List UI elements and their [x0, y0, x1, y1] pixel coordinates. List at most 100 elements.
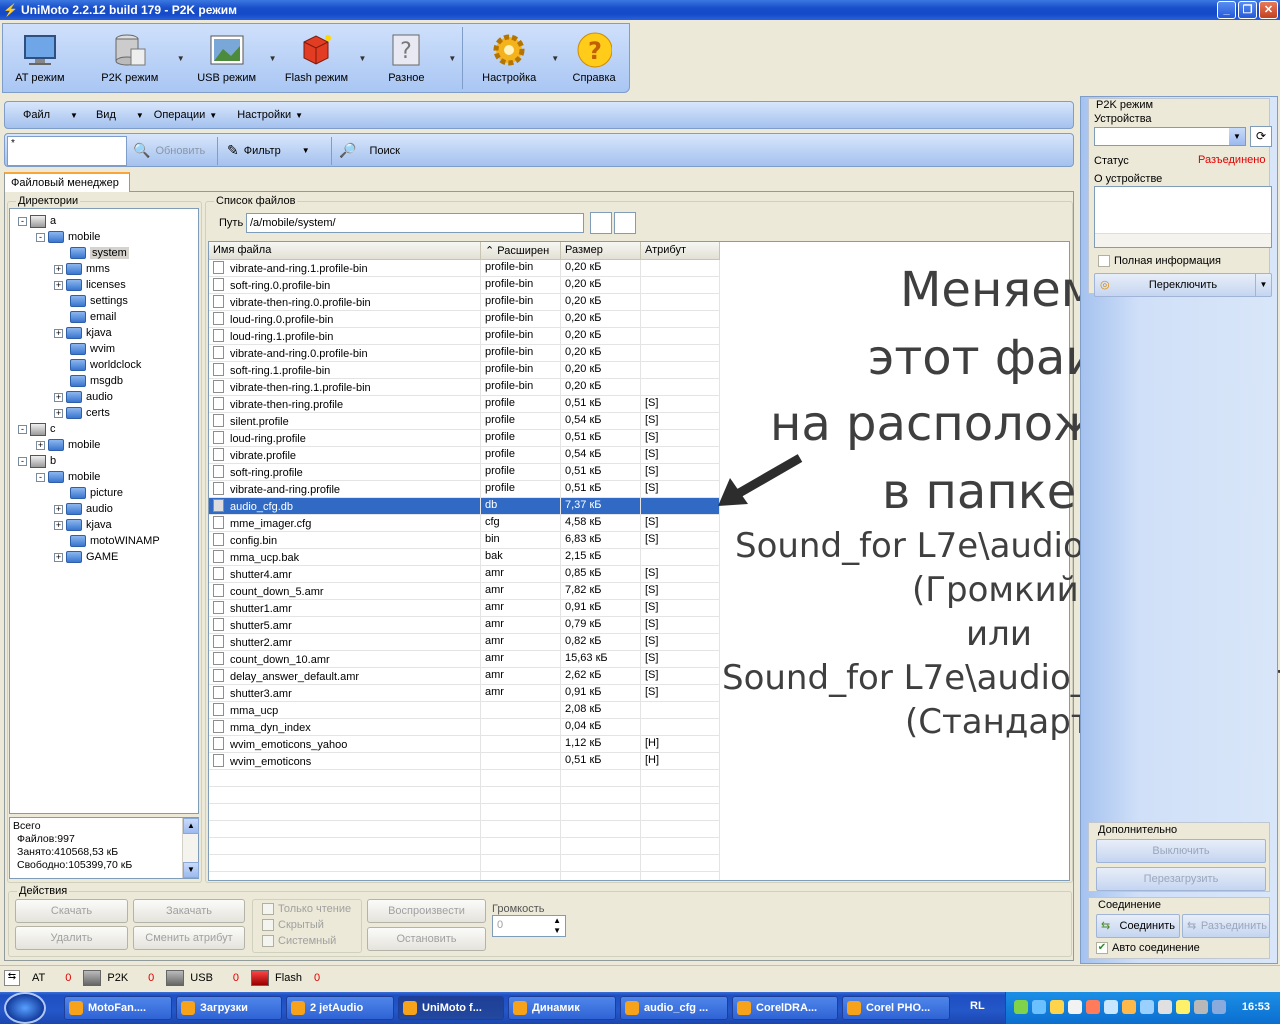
start-button[interactable]	[4, 992, 46, 1024]
collapse-icon[interactable]: -	[18, 216, 27, 226]
tree-node[interactable]: + kjava	[54, 517, 112, 533]
tree-node[interactable]: + GAME	[54, 549, 118, 565]
at-mode-button[interactable]: AT режим	[3, 24, 77, 92]
tray-icon[interactable]	[1158, 1000, 1172, 1014]
language-indicator[interactable]: RL	[970, 1000, 985, 1012]
tree-node[interactable]: - mobile	[36, 469, 100, 485]
tree-node[interactable]: -b	[18, 453, 56, 469]
tree-node[interactable]: msgdb	[70, 373, 123, 389]
path-input[interactable]: /a/mobile/system/	[246, 213, 584, 233]
tray-icon[interactable]	[1212, 1000, 1226, 1014]
table-row[interactable]: mma_ucp.bak bak 2,15 кБ	[209, 549, 720, 566]
tree-node[interactable]: worldclock	[70, 357, 141, 373]
minimize-button[interactable]: _	[1217, 1, 1236, 19]
table-row[interactable]: soft-ring.profile profile 0,51 кБ [S]	[209, 464, 720, 481]
col-size[interactable]: Размер	[561, 242, 641, 260]
mask-input[interactable]: *	[7, 136, 127, 166]
tree-node[interactable]: email	[70, 309, 116, 325]
table-row[interactable]: vibrate.profile profile 0,54 кБ [S]	[209, 447, 720, 464]
collapse-icon[interactable]: -	[36, 472, 45, 482]
help-button[interactable]: ? Справка	[559, 24, 629, 92]
directory-tree[interactable]: - a - mobile system + mms + licenses settings emai…	[9, 208, 199, 814]
tray-icon[interactable]	[1176, 1000, 1190, 1014]
tray-icon[interactable]	[1032, 1000, 1046, 1014]
table-row[interactable]: wvim_emoticons 0,51 кБ [H]	[209, 753, 720, 770]
taskbar-button[interactable]: 2 jetAudio	[286, 996, 394, 1020]
misc-button[interactable]: ? Разное ▼	[366, 24, 456, 92]
table-row[interactable]: shutter3.amr amr 0,91 кБ [S]	[209, 685, 720, 702]
expand-icon[interactable]: +	[54, 328, 63, 338]
expand-icon[interactable]: +	[54, 520, 63, 530]
col-attr[interactable]: Атрибут	[641, 242, 720, 260]
delete-button[interactable]: Удалить	[15, 926, 128, 950]
refresh-button[interactable]: 🔍 Обновить	[133, 142, 205, 159]
about-device-box[interactable]	[1094, 186, 1272, 248]
table-row[interactable]: loud-ring.1.profile-bin profile-bin 0,20 к…	[209, 328, 720, 345]
search-button[interactable]: 🔎 Поиск	[339, 142, 400, 159]
tree-node[interactable]: wvim	[70, 341, 115, 357]
table-row[interactable]: wvim_emoticons_yahoo 1,12 кБ [H]	[209, 736, 720, 753]
expand-icon[interactable]: +	[54, 408, 63, 418]
taskbar-button[interactable]: Загрузки	[176, 996, 282, 1020]
tree-node[interactable]: - mobile	[36, 229, 100, 245]
table-row[interactable]: shutter4.amr amr 0,85 кБ [S]	[209, 566, 720, 583]
chevron-down-icon[interactable]: ▼	[269, 54, 277, 63]
change-attribute-button[interactable]: Сменить атрибут	[133, 926, 245, 950]
table-row[interactable]: config.bin bin 6,83 кБ [S]	[209, 532, 720, 549]
close-button[interactable]: ✕	[1259, 1, 1278, 19]
refresh-devices-button[interactable]: ⟳	[1250, 126, 1272, 147]
tree-node[interactable]: -a	[18, 213, 56, 229]
tree-node[interactable]: -c	[18, 421, 56, 437]
chevron-down-icon[interactable]: ▼	[448, 54, 456, 63]
play-button[interactable]: Воспроизвести	[367, 899, 486, 923]
chevron-down-icon[interactable]: ▼	[1255, 274, 1271, 296]
expand-icon[interactable]: +	[54, 264, 63, 274]
switch-button[interactable]: ◎ Переключить ▼	[1094, 273, 1272, 297]
tab-file-manager[interactable]: Файловый менеджер	[4, 172, 130, 192]
connect-button[interactable]: ⇆ Соединить	[1096, 914, 1180, 938]
table-row[interactable]: vibrate-and-ring.0.profile-bin profile-bi…	[209, 345, 720, 362]
download-button[interactable]: Скачать	[15, 899, 128, 923]
stop-button[interactable]: Остановить	[367, 927, 486, 951]
taskbar-button[interactable]: audio_cfg ...	[620, 996, 728, 1020]
table-row[interactable]: loud-ring.0.profile-bin profile-bin 0,20 к…	[209, 311, 720, 328]
table-row[interactable]: count_down_10.amr amr 15,63 кБ [S]	[209, 651, 720, 668]
table-row[interactable]: vibrate-and-ring.profile profile 0,51 кБ [S…	[209, 481, 720, 498]
auto-connect-checkbox[interactable]: ✔ Авто соединение	[1096, 942, 1200, 954]
table-row[interactable]: shutter5.amr amr 0,79 кБ [S]	[209, 617, 720, 634]
tray-icon[interactable]	[1104, 1000, 1118, 1014]
tree-node[interactable]: + kjava	[54, 325, 112, 341]
tree-node[interactable]: settings	[70, 293, 128, 309]
expand-icon[interactable]: +	[54, 552, 63, 562]
table-row[interactable]: mma_ucp 2,08 кБ	[209, 702, 720, 719]
poweroff-button[interactable]: Выключить	[1096, 839, 1266, 863]
col-name[interactable]: Имя файла	[209, 242, 481, 260]
table-row[interactable]: silent.profile profile 0,54 кБ [S]	[209, 413, 720, 430]
table-row[interactable]: vibrate-then-ring.profile profile 0,51 кБ […	[209, 396, 720, 413]
tray-icon[interactable]	[1122, 1000, 1136, 1014]
table-row[interactable]: shutter1.amr amr 0,91 кБ [S]	[209, 600, 720, 617]
taskbar-button[interactable]: Corel PHO...	[842, 996, 950, 1020]
flash-mode-button[interactable]: Flash режим ▼	[277, 24, 366, 92]
collapse-icon[interactable]: -	[18, 424, 27, 434]
usb-mode-button[interactable]: USB режим ▼	[187, 24, 277, 92]
disconnect-button[interactable]: ⇆ Разъединить	[1182, 914, 1270, 938]
collapse-icon[interactable]: -	[18, 456, 27, 466]
table-row[interactable]: vibrate-and-ring.1.profile-bin profile-bi…	[209, 260, 720, 277]
path-forward-button[interactable]	[614, 212, 636, 234]
tree-node[interactable]: + licenses	[54, 277, 126, 293]
tray-icon[interactable]	[1050, 1000, 1064, 1014]
scroll-down-icon[interactable]: ▼	[183, 862, 199, 878]
table-row[interactable]: audio_cfg.db db 7,37 кБ	[209, 498, 720, 515]
settings-button[interactable]: Настройка ▼	[469, 24, 559, 92]
table-row[interactable]: vibrate-then-ring.0.profile-bin profile-b…	[209, 294, 720, 311]
taskbar-button[interactable]: Динамик	[508, 996, 616, 1020]
readonly-checkbox[interactable]: Только чтение	[262, 903, 351, 915]
table-row[interactable]: delay_answer_default.amr amr 2,62 кБ [S]	[209, 668, 720, 685]
tree-node[interactable]: motoWINAMP	[70, 533, 160, 549]
menu-operations[interactable]: Операции	[154, 109, 205, 121]
hidden-checkbox[interactable]: Скрытый	[262, 919, 324, 931]
taskbar-button[interactable]: UniMoto f...	[398, 996, 504, 1020]
table-row[interactable]: shutter2.amr amr 0,82 кБ [S]	[209, 634, 720, 651]
tray-icon[interactable]	[1068, 1000, 1082, 1014]
